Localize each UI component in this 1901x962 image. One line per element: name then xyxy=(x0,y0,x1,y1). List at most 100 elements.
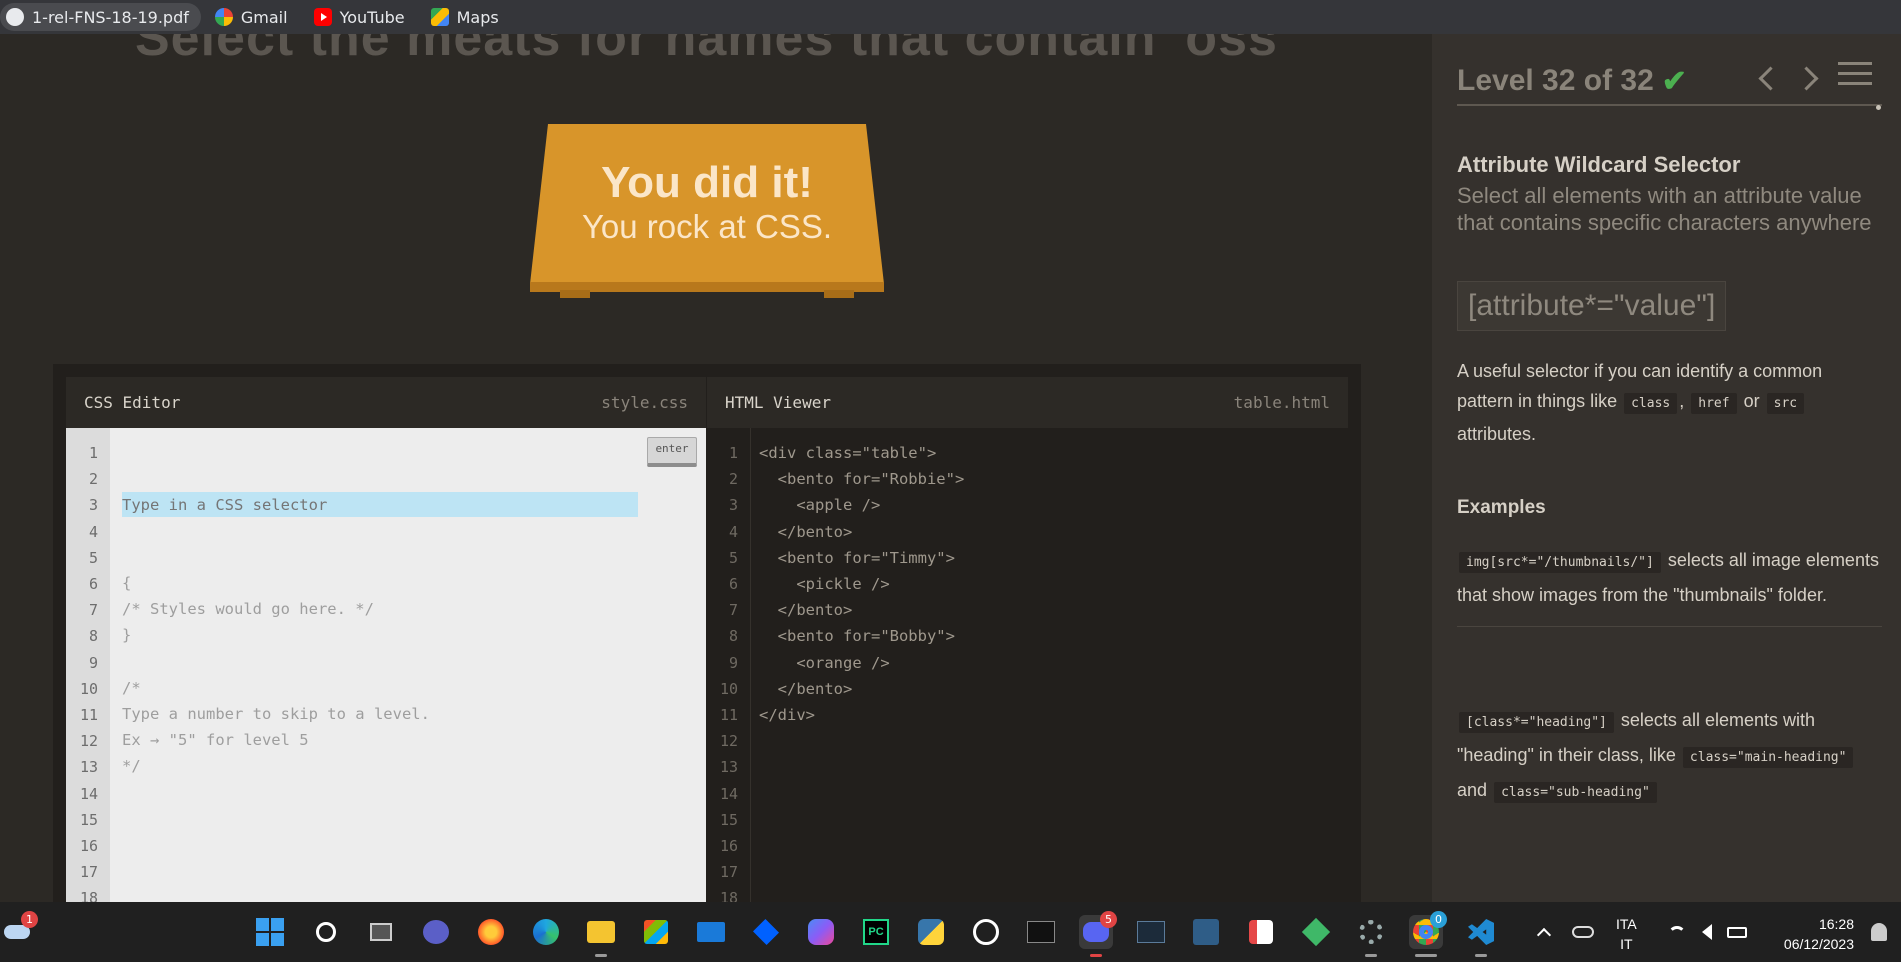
settings-button[interactable] xyxy=(1354,915,1388,957)
keyboard-layout: IT xyxy=(1620,936,1633,952)
chrome-button[interactable]: 0 xyxy=(1409,911,1447,957)
discord-button[interactable]: 5 xyxy=(1079,911,1117,957)
teams-chat-button[interactable] xyxy=(419,915,453,949)
store-button[interactable] xyxy=(639,915,673,949)
clock[interactable]: 16:28 06/12/2023 xyxy=(1764,914,1854,954)
next-level-button[interactable] xyxy=(1794,62,1824,96)
code-line: </div> xyxy=(759,705,815,724)
hint-text: , xyxy=(1679,391,1685,411)
terminal-button[interactable] xyxy=(1024,915,1058,949)
globe-icon xyxy=(6,8,24,26)
edge-button[interactable] xyxy=(529,915,563,949)
onedrive-button[interactable] xyxy=(1566,915,1600,949)
speaker-icon xyxy=(1702,924,1712,940)
bookmarks-bar: 1-rel-FNS-18-19.pdf Gmail YouTube Maps xyxy=(0,0,1901,34)
html-viewer-body: 1 2 3 4 5 6 7 8 9 10 11 12 13 14 15 16 17 18 <div class="… xyxy=(707,428,1348,902)
discord-badge: 5 xyxy=(1100,911,1117,928)
code-line: /* xyxy=(122,678,141,697)
css-selector-input[interactable] xyxy=(122,492,638,518)
code-line: { xyxy=(122,573,132,592)
editor-container: CSS Editor style.css 1 2 3 4 5 6 7 8 9 10 11 12 13 14… xyxy=(53,364,1361,902)
example-code: class="main-heading" xyxy=(1682,747,1854,768)
html-viewer: HTML Viewer table.html 1 2 3 4 5 6 7 8 9 10 11 12 13… xyxy=(707,377,1348,902)
pycharm-button[interactable]: PC xyxy=(859,915,893,949)
copilot-button[interactable] xyxy=(804,915,838,949)
edge-icon xyxy=(533,919,559,945)
bookmark-maps[interactable]: Maps xyxy=(425,3,511,31)
mysql-button[interactable] xyxy=(1134,915,1168,949)
line-number: 15 xyxy=(79,810,98,829)
menu-icon[interactable] xyxy=(1838,62,1872,88)
task-view-button[interactable] xyxy=(364,915,398,949)
file-explorer-button[interactable] xyxy=(584,915,618,957)
tray-overflow-button[interactable] xyxy=(1527,915,1561,949)
selector-name: Attribute Wildcard Selector xyxy=(1457,152,1741,177)
search-button[interactable] xyxy=(309,915,343,949)
bookmark-label: 1-rel-FNS-18-19.pdf xyxy=(32,7,189,27)
css-code-lines: {/* Styles would go here. */} /* Type a nu… xyxy=(122,570,696,780)
hint-text: attributes. xyxy=(1457,424,1537,444)
bookmark-youtube[interactable]: YouTube xyxy=(308,3,417,31)
python-icon xyxy=(918,919,944,945)
mysql-workbench-button[interactable] xyxy=(1189,915,1223,949)
dropbox-button[interactable] xyxy=(749,915,783,949)
chevron-left-icon xyxy=(1758,66,1783,91)
line-number: 3 xyxy=(728,496,738,515)
volume-button[interactable] xyxy=(1690,915,1724,949)
running-indicator xyxy=(595,954,607,957)
line-number: 4 xyxy=(728,522,738,541)
code-line: <apple /> xyxy=(759,496,881,515)
line-number: 16 xyxy=(79,837,98,856)
line-number: 2 xyxy=(728,470,738,489)
line-number: 11 xyxy=(79,706,98,725)
completed-check-icon: ✔ xyxy=(1661,64,1687,98)
notifications-button[interactable] xyxy=(1862,915,1896,949)
win-message-title: You did it! xyxy=(601,158,813,207)
diamond-icon xyxy=(1301,917,1331,947)
python-button[interactable] xyxy=(914,915,948,949)
bookmark-pdf[interactable]: 1-rel-FNS-18-19.pdf xyxy=(0,3,201,31)
vscode-button[interactable] xyxy=(1464,915,1498,957)
firefox-icon xyxy=(478,919,504,945)
line-number: 16 xyxy=(719,837,738,856)
start-button[interactable] xyxy=(253,915,287,949)
line-number: 14 xyxy=(719,784,738,803)
example-code: img[src*="/thumbnails/"] xyxy=(1459,552,1661,573)
level-instruction: Select the meats for names that contain … xyxy=(135,34,1292,67)
gear-icon xyxy=(1359,920,1383,944)
chrome-badge: 0 xyxy=(1430,911,1447,928)
code-line: <pickle /> xyxy=(759,574,890,593)
line-number: 15 xyxy=(719,810,738,829)
whatsapp-icon xyxy=(973,919,999,945)
firefox-button[interactable] xyxy=(474,915,508,949)
line-number: 8 xyxy=(88,627,98,646)
app-red-button[interactable] xyxy=(1244,915,1278,949)
clock-date: 06/12/2023 xyxy=(1783,936,1854,952)
language-indicator[interactable]: ITA IT xyxy=(1616,914,1637,954)
line-number: 7 xyxy=(728,601,738,620)
previous-level-button[interactable] xyxy=(1754,62,1783,96)
cloud-sync-icon xyxy=(1572,926,1594,938)
line-number: 5 xyxy=(88,548,98,567)
line-number: 10 xyxy=(719,679,738,698)
line-number: 10 xyxy=(79,679,98,698)
example-item: img[src*="/thumbnails/"] selects all ima… xyxy=(1457,544,1882,627)
mail-button[interactable] xyxy=(694,915,728,949)
code-line: Type a number to skip to a level. xyxy=(122,704,430,723)
pycharm-icon: PC xyxy=(863,919,889,945)
weather-widget[interactable]: 1 xyxy=(0,911,38,949)
vscode-icon xyxy=(1468,919,1494,945)
whatsapp-button[interactable] xyxy=(969,915,1003,949)
app-green-button[interactable] xyxy=(1299,915,1333,949)
store-icon xyxy=(644,920,668,944)
bookmark-gmail[interactable]: Gmail xyxy=(209,3,300,31)
line-number: 17 xyxy=(79,863,98,882)
code-line: /* Styles would go here. */ xyxy=(122,600,374,618)
battery-button[interactable] xyxy=(1720,915,1754,949)
enter-button[interactable]: enter xyxy=(647,437,697,467)
terminal-icon xyxy=(1027,921,1055,943)
battery-icon xyxy=(1727,926,1747,938)
line-numbers: 1 2 3 4 5 6 7 8 9 10 11 12 13 14 15 16 17 18 xyxy=(707,428,751,902)
network-button[interactable] xyxy=(1660,915,1694,949)
